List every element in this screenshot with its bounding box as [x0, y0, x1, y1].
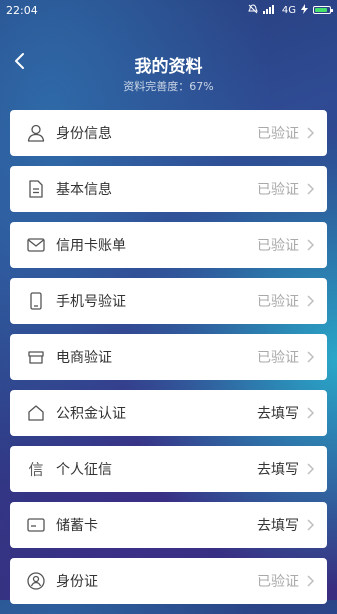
- header: 我的资料 资料完善度：67%: [0, 38, 337, 98]
- item-status: 去填写: [257, 462, 299, 478]
- item-label: 身份证: [56, 574, 98, 590]
- network-type: 4G: [281, 4, 296, 16]
- signal-icon: [262, 4, 277, 17]
- chevron-right-icon: [305, 127, 317, 139]
- chevron-right-icon: [305, 519, 317, 531]
- chevron-right-icon: [305, 295, 317, 307]
- item-label: 基本信息: [56, 182, 112, 198]
- item-label: 手机号验证: [56, 294, 126, 310]
- completion-text: 资料完善度：67%: [123, 80, 214, 93]
- item-label: 储蓄卡: [56, 518, 98, 534]
- status-time: 22:04: [6, 3, 38, 17]
- card-icon: [26, 515, 46, 535]
- credit-icon: 信: [26, 459, 46, 479]
- list-item-personal-credit[interactable]: 信 个人征信 去填写: [10, 446, 327, 492]
- chevron-right-icon: [305, 463, 317, 475]
- status-icons: 4G: [248, 3, 333, 17]
- battery-icon: [313, 6, 333, 14]
- mail-icon: [26, 235, 46, 255]
- item-status: 已验证: [257, 350, 299, 366]
- store-icon: [26, 347, 46, 367]
- status-bar: 22:04 4G: [0, 0, 337, 20]
- item-label: 信用卡账单: [56, 238, 126, 254]
- item-status: 已验证: [257, 126, 299, 142]
- chevron-right-icon: [305, 351, 317, 363]
- id-icon: [26, 571, 46, 591]
- item-label: 个人征信: [56, 462, 112, 478]
- person-icon: [26, 123, 46, 143]
- list-item-ecommerce-verify[interactable]: 电商验证 已验证: [10, 334, 327, 380]
- chevron-right-icon: [305, 239, 317, 251]
- chevron-right-icon: [305, 575, 317, 587]
- list-item-id-card[interactable]: 身份证 已验证: [10, 558, 327, 604]
- item-status: 去填写: [257, 406, 299, 422]
- item-status: 已验证: [257, 182, 299, 198]
- alarm-icon: [248, 3, 258, 17]
- item-status: 已验证: [257, 294, 299, 310]
- charging-icon: [301, 3, 308, 17]
- list-item-debit-card[interactable]: 储蓄卡 去填写: [10, 502, 327, 548]
- chevron-right-icon: [305, 183, 317, 195]
- list-item-identity-info[interactable]: 身份信息 已验证: [10, 110, 327, 156]
- house-icon: [26, 403, 46, 423]
- item-status: 去填写: [257, 518, 299, 534]
- item-label: 公积金认证: [56, 406, 126, 422]
- list-item-basic-info[interactable]: 基本信息 已验证: [10, 166, 327, 212]
- item-label: 电商验证: [56, 350, 112, 366]
- item-label: 身份信息: [56, 126, 112, 142]
- chevron-right-icon: [305, 407, 317, 419]
- page-title: 我的资料: [134, 57, 203, 77]
- document-icon: [26, 179, 46, 199]
- item-status: 已验证: [257, 238, 299, 254]
- list-item-credit-card-bill[interactable]: 信用卡账单 已验证: [10, 222, 327, 268]
- list-item-housing-fund[interactable]: 公积金认证 去填写: [10, 390, 327, 436]
- list-item-phone-verify[interactable]: 手机号验证 已验证: [10, 278, 327, 324]
- item-status: 已验证: [257, 574, 299, 590]
- profile-list: 身份信息 已验证 基本信息 已验证 信用卡账单 已验证 手机号验证 已验证 电商…: [10, 110, 327, 614]
- svg-text:信: 信: [28, 461, 43, 479]
- phone-icon: [26, 291, 46, 311]
